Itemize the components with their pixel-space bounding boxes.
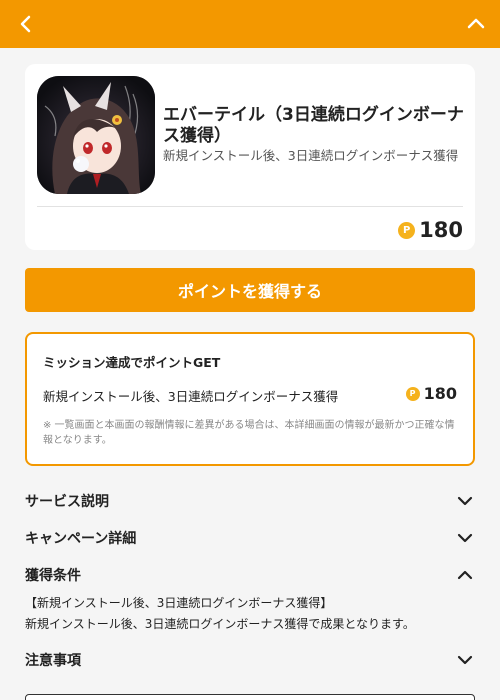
chevron-down-icon — [457, 496, 473, 506]
divider — [37, 206, 463, 207]
mission-item-label: 新規インストール後、3日連続ログインボーナス獲得 — [43, 389, 339, 404]
chevron-up-icon — [457, 570, 473, 580]
conditions-line-1: 【新規インストール後、3日連続ログインボーナス獲得】 — [25, 596, 333, 610]
offer-card: エバーテイル（3日連続ログインボーナス獲得） 新規インストール後、3日連続ログイ… — [25, 64, 475, 250]
accordion-service-label: サービス説明 — [25, 494, 109, 510]
accordion-campaign[interactable]: キャンペーン詳細 — [25, 526, 475, 550]
accordion-conditions[interactable]: 獲得条件 — [25, 563, 475, 587]
accordion-campaign-label: キャンペーン詳細 — [25, 531, 137, 547]
accordion-notes-label: 注意事項 — [25, 653, 81, 669]
offer-points-value: 180 — [419, 218, 463, 242]
accordion-notes[interactable]: 注意事項 — [25, 648, 475, 672]
mission-title: ミッション達成でポイントGET — [43, 355, 221, 370]
offer-subtitle: 新規インストール後、3日連続ログインボーナス獲得 — [163, 148, 459, 163]
accordion-conditions-label: 獲得条件 — [25, 568, 81, 584]
get-points-button[interactable]: ポイントを獲得する — [25, 268, 475, 312]
mission-note: ※ 一覧画面と本画面の報酬情報に差異がある場合は、本詳細画面の情報が最新かつ正確… — [43, 420, 455, 446]
chevron-down-icon — [457, 533, 473, 543]
chevron-up-icon[interactable] — [464, 12, 488, 36]
accordion-service[interactable]: サービス説明 — [25, 489, 475, 513]
chevron-down-icon — [457, 655, 473, 665]
mission-box: ミッション達成でポイントGET 新規インストール後、3日連続ログインボーナス獲得… — [25, 332, 475, 466]
conditions-line-2: 新規インストール後、3日連続ログインボーナス獲得で成果となります。 — [25, 617, 415, 631]
point-coin-icon: P — [398, 221, 416, 239]
bottom-action-box[interactable] — [25, 694, 475, 700]
offer-points: P 180 — [398, 218, 463, 242]
offer-title: エバーテイル（3日連続ログインボーナス獲得） — [163, 105, 464, 146]
mission-points-value: 180 — [423, 384, 457, 403]
app-icon — [37, 76, 155, 194]
top-bar — [0, 0, 500, 48]
point-coin-icon: P — [405, 386, 420, 401]
chevron-left-icon[interactable] — [14, 12, 38, 36]
mission-points: P 180 — [405, 384, 457, 403]
